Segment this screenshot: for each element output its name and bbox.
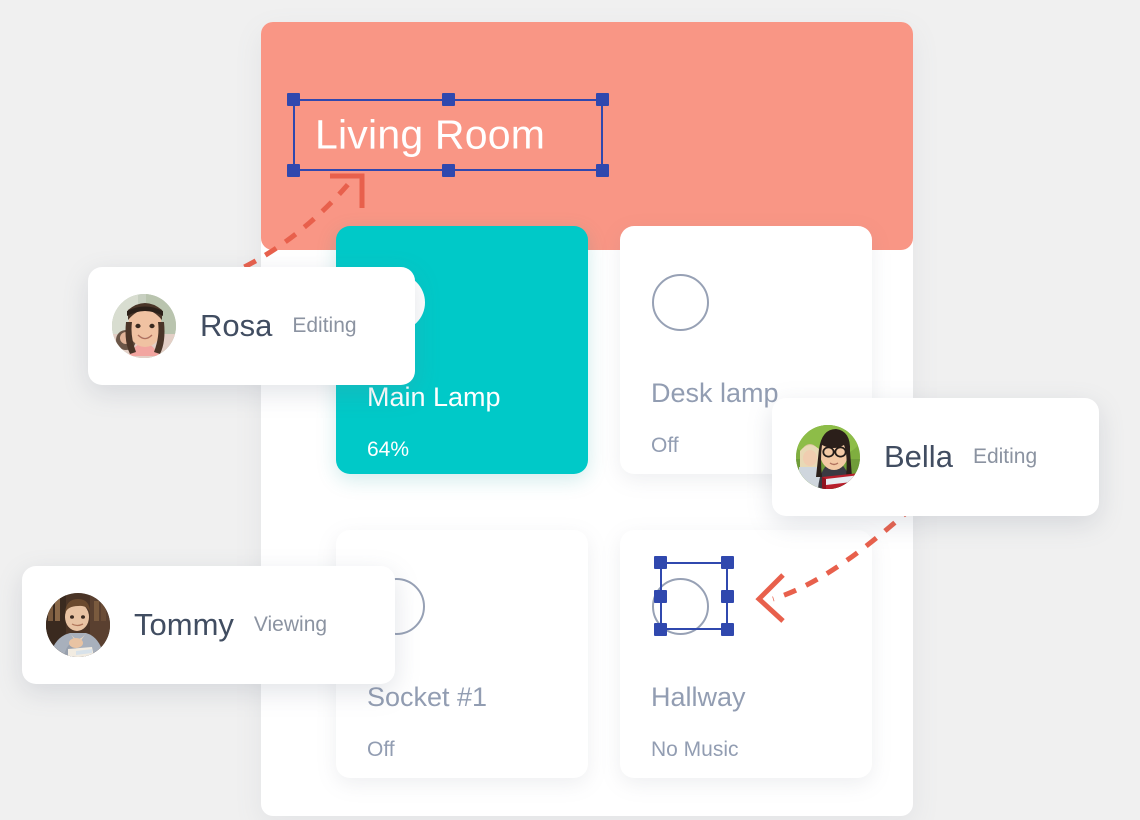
resize-handle-bottom-right[interactable] <box>596 164 609 177</box>
avatar <box>46 593 110 657</box>
icon-selection-frame[interactable] <box>660 562 728 630</box>
device-state: No Music <box>651 738 739 762</box>
presence-status: Editing <box>292 314 356 338</box>
resize-handle-top-left[interactable] <box>287 93 300 106</box>
resize-handle-bottom-center[interactable] <box>442 164 455 177</box>
device-name: Hallway <box>651 682 746 713</box>
resize-handle-top-right[interactable] <box>721 556 734 569</box>
presence-name: Bella <box>884 439 953 475</box>
presence-status: Editing <box>973 445 1037 469</box>
selection-edge-bottom <box>660 628 728 630</box>
selection-edge-right <box>601 99 603 171</box>
resize-handle-top-left[interactable] <box>654 556 667 569</box>
presence-status: Viewing <box>254 613 327 637</box>
device-name: Desk lamp <box>651 378 779 409</box>
selection-edge-top <box>660 562 728 564</box>
resize-handle-top-center[interactable] <box>442 93 455 106</box>
resize-handle-middle-left[interactable] <box>654 590 667 603</box>
device-state: Off <box>367 738 395 762</box>
device-state: 64% <box>367 438 409 462</box>
device-name: Socket #1 <box>367 682 487 713</box>
title-selection-frame[interactable]: Living Room <box>293 99 603 171</box>
device-card-hallway[interactable]: Hallway No Music <box>620 530 872 778</box>
resize-handle-middle-right[interactable] <box>721 590 734 603</box>
presence-name: Tommy <box>134 607 234 643</box>
device-name: Main Lamp <box>367 382 501 413</box>
presence-card-rosa[interactable]: Rosa Editing <box>88 267 415 385</box>
avatar <box>112 294 176 358</box>
presence-card-bella[interactable]: Bella Editing <box>772 398 1099 516</box>
avatar <box>796 425 860 489</box>
resize-handle-top-right[interactable] <box>596 93 609 106</box>
page-title: Living Room <box>315 112 545 159</box>
resize-handle-bottom-left[interactable] <box>654 623 667 636</box>
selection-edge-left <box>293 99 295 171</box>
presence-name: Rosa <box>200 308 272 344</box>
resize-handle-bottom-left[interactable] <box>287 164 300 177</box>
device-state: Off <box>651 434 679 458</box>
collaborative-canvas: Main Lamp 64% Desk lamp Off Socket #1 Of… <box>0 0 1140 820</box>
resize-handle-bottom-right[interactable] <box>721 623 734 636</box>
lamp-circle-icon[interactable] <box>652 274 709 331</box>
presence-card-tommy[interactable]: Tommy Viewing <box>22 566 395 684</box>
